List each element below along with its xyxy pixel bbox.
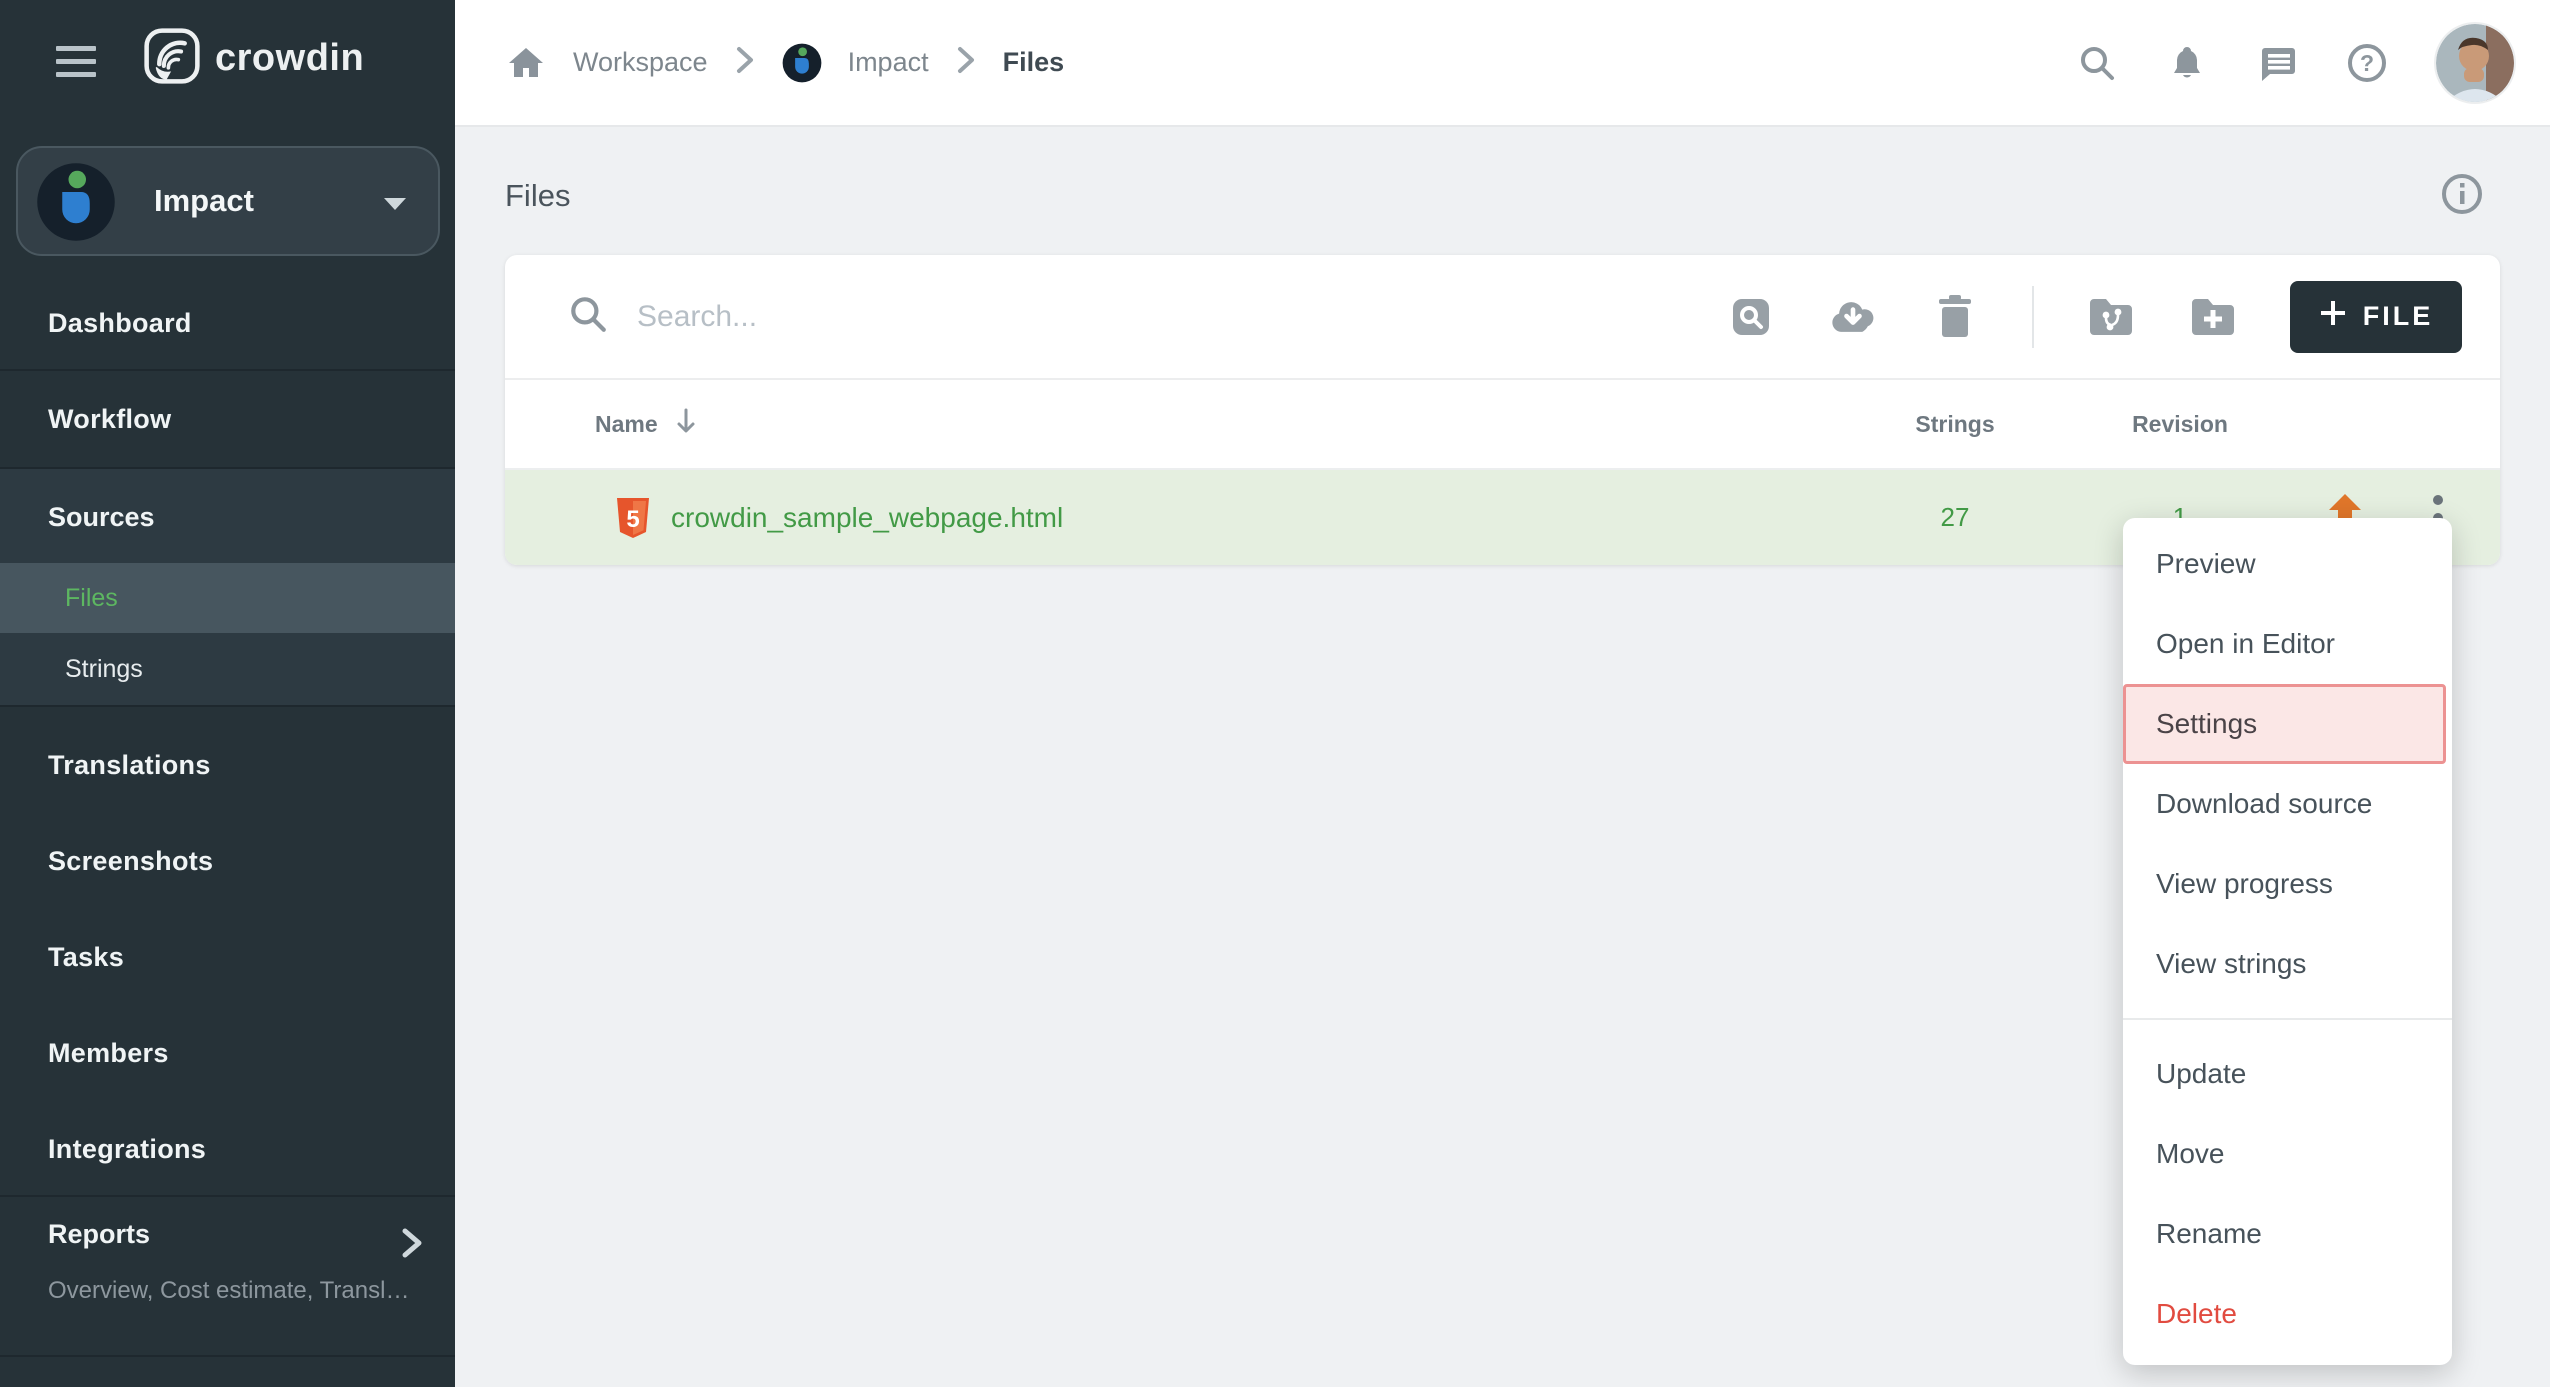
project-selector[interactable]: Impact xyxy=(16,146,440,256)
sidebar-item-dashboard[interactable]: Dashboard xyxy=(0,275,455,371)
search-bar xyxy=(567,255,1667,378)
messages-icon[interactable] xyxy=(2256,42,2298,84)
menu-item-open-in-editor[interactable]: Open in Editor xyxy=(2123,604,2452,684)
crowdin-logo-text: crowdin xyxy=(215,37,364,80)
menu-item-download-source[interactable]: Download source xyxy=(2123,764,2452,844)
file-strings-count: 27 xyxy=(1885,470,2025,565)
home-icon[interactable] xyxy=(505,42,547,84)
file-context-menu: Preview Open in Editor Settings Download… xyxy=(2123,518,2452,1365)
sidebar-item-integrations[interactable]: Integrations xyxy=(0,1101,455,1197)
chevron-right-icon xyxy=(955,43,977,82)
sidebar-item-sources[interactable]: Sources xyxy=(0,469,455,565)
sidebar-item-members[interactable]: Members xyxy=(0,1005,455,1101)
html5-file-icon: 5 xyxy=(615,496,651,540)
crowdin-logo-icon xyxy=(143,27,201,90)
hamburger-menu-icon[interactable] xyxy=(56,46,96,80)
plus-icon xyxy=(2319,299,2347,334)
sort-descending-icon xyxy=(674,407,698,441)
page-title: Files xyxy=(505,178,570,214)
sidebar-item-strings[interactable]: Strings xyxy=(0,633,455,705)
crowdin-app: crowdin Impact Dashboard Workflow Source… xyxy=(0,0,2550,1387)
table-header: Name Strings Revision xyxy=(505,380,2500,470)
cloud-download-icon[interactable] xyxy=(1828,292,1878,342)
column-name-label: Name xyxy=(595,411,658,438)
sidebar-reports-subtitle: Overview, Cost estimate, Transl… xyxy=(48,1277,418,1305)
sidebar-reports-label: Reports xyxy=(48,1219,150,1250)
menu-item-move[interactable]: Move xyxy=(2123,1114,2452,1194)
file-name-link[interactable]: crowdin_sample_webpage.html xyxy=(671,470,1063,565)
svg-text:?: ? xyxy=(2360,50,2374,76)
svg-text:5: 5 xyxy=(626,506,639,533)
add-file-button-label: FILE xyxy=(2363,301,2434,332)
menu-item-preview[interactable]: Preview xyxy=(2123,524,2452,604)
column-header-name[interactable]: Name xyxy=(595,380,698,468)
info-icon[interactable] xyxy=(2440,172,2484,216)
breadcrumb-project[interactable]: Impact xyxy=(848,47,929,78)
sidebar-item-workflow[interactable]: Workflow xyxy=(0,371,455,467)
file-preview-icon[interactable] xyxy=(1726,292,1776,342)
search-input[interactable] xyxy=(637,300,1537,334)
toolbar-divider xyxy=(2032,286,2034,348)
topbar-actions: ? xyxy=(2076,0,2514,125)
crowdin-logo[interactable]: crowdin xyxy=(143,27,364,90)
menu-divider xyxy=(2123,1018,2452,1020)
chevron-right-icon xyxy=(734,43,756,82)
add-folder-icon[interactable] xyxy=(2188,292,2238,342)
branch-folder-icon[interactable] xyxy=(2086,292,2136,342)
sidebar-item-reports[interactable]: Reports Overview, Cost estimate, Transl… xyxy=(0,1197,455,1357)
sidebar-item-translations[interactable]: Translations xyxy=(0,717,455,813)
trash-icon[interactable] xyxy=(1930,292,1980,342)
sidebar: crowdin Impact Dashboard Workflow Source… xyxy=(0,0,455,1387)
sidebar-item-tasks[interactable]: Tasks xyxy=(0,909,455,1005)
help-icon[interactable]: ? xyxy=(2346,42,2388,84)
chevron-down-icon xyxy=(384,198,406,210)
search-icon xyxy=(567,293,609,340)
project-avatar-icon xyxy=(36,162,116,242)
column-header-revision[interactable]: Revision xyxy=(2110,380,2250,468)
menu-item-view-progress[interactable]: View progress xyxy=(2123,844,2452,924)
project-name: Impact xyxy=(154,148,254,254)
menu-item-rename[interactable]: Rename xyxy=(2123,1194,2452,1274)
sidebar-item-screenshots[interactable]: Screenshots xyxy=(0,813,455,909)
user-avatar[interactable] xyxy=(2436,24,2514,102)
toolbar-actions: FILE xyxy=(1726,255,2462,378)
menu-item-view-strings[interactable]: View strings xyxy=(2123,924,2452,1004)
add-file-button[interactable]: FILE xyxy=(2290,281,2462,353)
notifications-bell-icon[interactable] xyxy=(2166,42,2208,84)
menu-item-delete[interactable]: Delete xyxy=(2123,1274,2452,1354)
breadcrumb-workspace[interactable]: Workspace xyxy=(573,47,708,78)
breadcrumb-current-page: Files xyxy=(1003,47,1065,78)
top-header: Workspace Impact Files xyxy=(455,0,2550,127)
column-header-strings[interactable]: Strings xyxy=(1885,380,2025,468)
sidebar-item-files[interactable]: Files xyxy=(0,563,455,633)
search-icon[interactable] xyxy=(2076,42,2118,84)
breadcrumb: Workspace Impact Files xyxy=(505,0,1064,125)
menu-item-settings[interactable]: Settings xyxy=(2123,684,2446,764)
sidebar-group-sources: Sources Files Strings xyxy=(0,467,455,707)
chevron-right-icon xyxy=(399,1223,425,1268)
files-toolbar: FILE xyxy=(505,255,2500,380)
menu-item-update[interactable]: Update xyxy=(2123,1034,2452,1114)
breadcrumb-project-avatar xyxy=(782,43,822,83)
